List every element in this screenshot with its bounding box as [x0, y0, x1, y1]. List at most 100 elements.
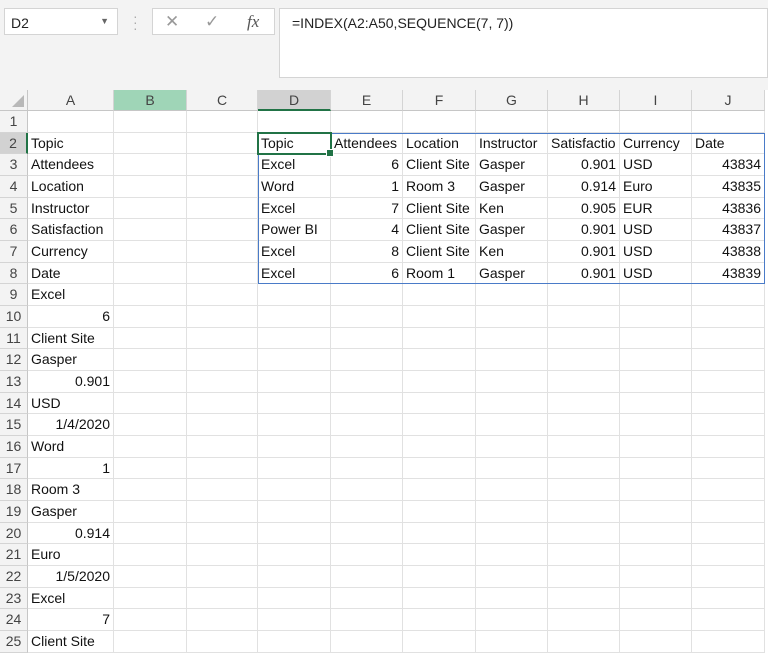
cell-e16[interactable]	[331, 436, 403, 458]
column-header-g[interactable]: G	[476, 90, 548, 111]
cell-j25[interactable]	[692, 631, 765, 653]
cell-b16[interactable]	[114, 436, 187, 458]
cell-f22[interactable]	[403, 566, 476, 588]
cell-i11[interactable]	[620, 327, 692, 350]
grip-icon[interactable]: · · ·	[133, 9, 138, 35]
cell-b13[interactable]	[114, 371, 187, 393]
cell-d6[interactable]: Power BI	[258, 219, 331, 241]
cell-b7[interactable]	[114, 241, 187, 263]
cell-e23[interactable]	[331, 587, 403, 610]
cell-d8[interactable]: Excel	[258, 262, 331, 285]
cell-i20[interactable]	[620, 522, 692, 545]
cell-j22[interactable]	[692, 566, 765, 588]
cell-b11[interactable]	[114, 327, 187, 350]
cell-h7[interactable]: 0.901	[548, 241, 620, 263]
cell-f10[interactable]	[403, 306, 476, 328]
cell-h10[interactable]	[548, 306, 620, 328]
cell-g11[interactable]	[476, 327, 548, 350]
cell-f19[interactable]	[403, 501, 476, 523]
cell-i4[interactable]: Euro	[620, 176, 692, 198]
cell-a10[interactable]: 6	[28, 306, 114, 328]
column-header-h[interactable]: H	[548, 90, 620, 111]
cell-f4[interactable]: Room 3	[403, 176, 476, 198]
cell-g8[interactable]: Gasper	[476, 262, 548, 285]
cell-c22[interactable]	[187, 566, 258, 588]
row-header-19[interactable]: 19	[0, 501, 28, 523]
cell-a14[interactable]: USD	[28, 392, 114, 415]
cell-j10[interactable]	[692, 306, 765, 328]
cell-a22[interactable]: 1/5/2020	[28, 566, 114, 588]
name-box[interactable]: D2 ▼	[4, 8, 118, 35]
cell-a9[interactable]: Excel	[28, 284, 114, 307]
cell-e5[interactable]: 7	[331, 197, 403, 220]
cell-g20[interactable]	[476, 522, 548, 545]
cell-d1[interactable]	[258, 111, 331, 133]
cell-h13[interactable]	[548, 371, 620, 393]
row-header-25[interactable]: 25	[0, 631, 28, 653]
cell-a24[interactable]: 7	[28, 609, 114, 632]
cell-h12[interactable]	[548, 349, 620, 372]
cell-i3[interactable]: USD	[620, 154, 692, 176]
cell-i18[interactable]	[620, 479, 692, 502]
cell-i21[interactable]	[620, 544, 692, 567]
cell-h2[interactable]: Satisfactio	[548, 132, 620, 155]
cell-d12[interactable]	[258, 349, 331, 372]
cell-j15[interactable]	[692, 414, 765, 437]
row-header-14[interactable]: 14	[0, 392, 28, 415]
row-header-22[interactable]: 22	[0, 566, 28, 588]
cell-c20[interactable]	[187, 522, 258, 545]
cell-f7[interactable]: Client Site	[403, 241, 476, 263]
cell-i17[interactable]	[620, 457, 692, 480]
cell-d10[interactable]	[258, 306, 331, 328]
cell-d23[interactable]	[258, 587, 331, 610]
row-header-15[interactable]: 15	[0, 414, 28, 437]
cell-h1[interactable]	[548, 111, 620, 133]
cell-b6[interactable]	[114, 219, 187, 241]
cell-j11[interactable]	[692, 327, 765, 350]
cell-i13[interactable]	[620, 371, 692, 393]
cell-i15[interactable]	[620, 414, 692, 437]
cell-b22[interactable]	[114, 566, 187, 588]
cell-i22[interactable]	[620, 566, 692, 588]
cell-g19[interactable]	[476, 501, 548, 523]
cell-i12[interactable]	[620, 349, 692, 372]
cell-j17[interactable]	[692, 457, 765, 480]
cell-e17[interactable]	[331, 457, 403, 480]
column-header-a[interactable]: A	[28, 90, 114, 111]
cell-g24[interactable]	[476, 609, 548, 632]
cell-i19[interactable]	[620, 501, 692, 523]
cell-h23[interactable]	[548, 587, 620, 610]
cell-f6[interactable]: Client Site	[403, 219, 476, 241]
column-header-b[interactable]: B	[114, 90, 187, 111]
column-header-j[interactable]: J	[692, 90, 765, 111]
cell-j12[interactable]	[692, 349, 765, 372]
row-header-10[interactable]: 10	[0, 306, 28, 328]
cell-j21[interactable]	[692, 544, 765, 567]
cell-b17[interactable]	[114, 457, 187, 480]
cell-g3[interactable]: Gasper	[476, 154, 548, 176]
cell-d5[interactable]: Excel	[258, 197, 331, 220]
cell-e24[interactable]	[331, 609, 403, 632]
cell-d2[interactable]: Topic	[258, 132, 331, 155]
cell-g6[interactable]: Gasper	[476, 219, 548, 241]
cell-j13[interactable]	[692, 371, 765, 393]
cell-h11[interactable]	[548, 327, 620, 350]
row-header-6[interactable]: 6	[0, 219, 28, 241]
cell-d16[interactable]	[258, 436, 331, 458]
cell-b4[interactable]	[114, 176, 187, 198]
column-header-f[interactable]: F	[403, 90, 476, 111]
cell-h9[interactable]	[548, 284, 620, 307]
cell-e3[interactable]: 6	[331, 154, 403, 176]
cell-f25[interactable]	[403, 631, 476, 653]
cell-a12[interactable]: Gasper	[28, 349, 114, 372]
cell-j19[interactable]	[692, 501, 765, 523]
cell-a19[interactable]: Gasper	[28, 501, 114, 523]
cell-j23[interactable]	[692, 587, 765, 610]
cell-c14[interactable]	[187, 392, 258, 415]
cell-i1[interactable]	[620, 111, 692, 133]
cell-d24[interactable]	[258, 609, 331, 632]
cell-g10[interactable]	[476, 306, 548, 328]
cell-a7[interactable]: Currency	[28, 241, 114, 263]
cell-b8[interactable]	[114, 262, 187, 285]
cell-j2[interactable]: Date	[692, 132, 765, 155]
